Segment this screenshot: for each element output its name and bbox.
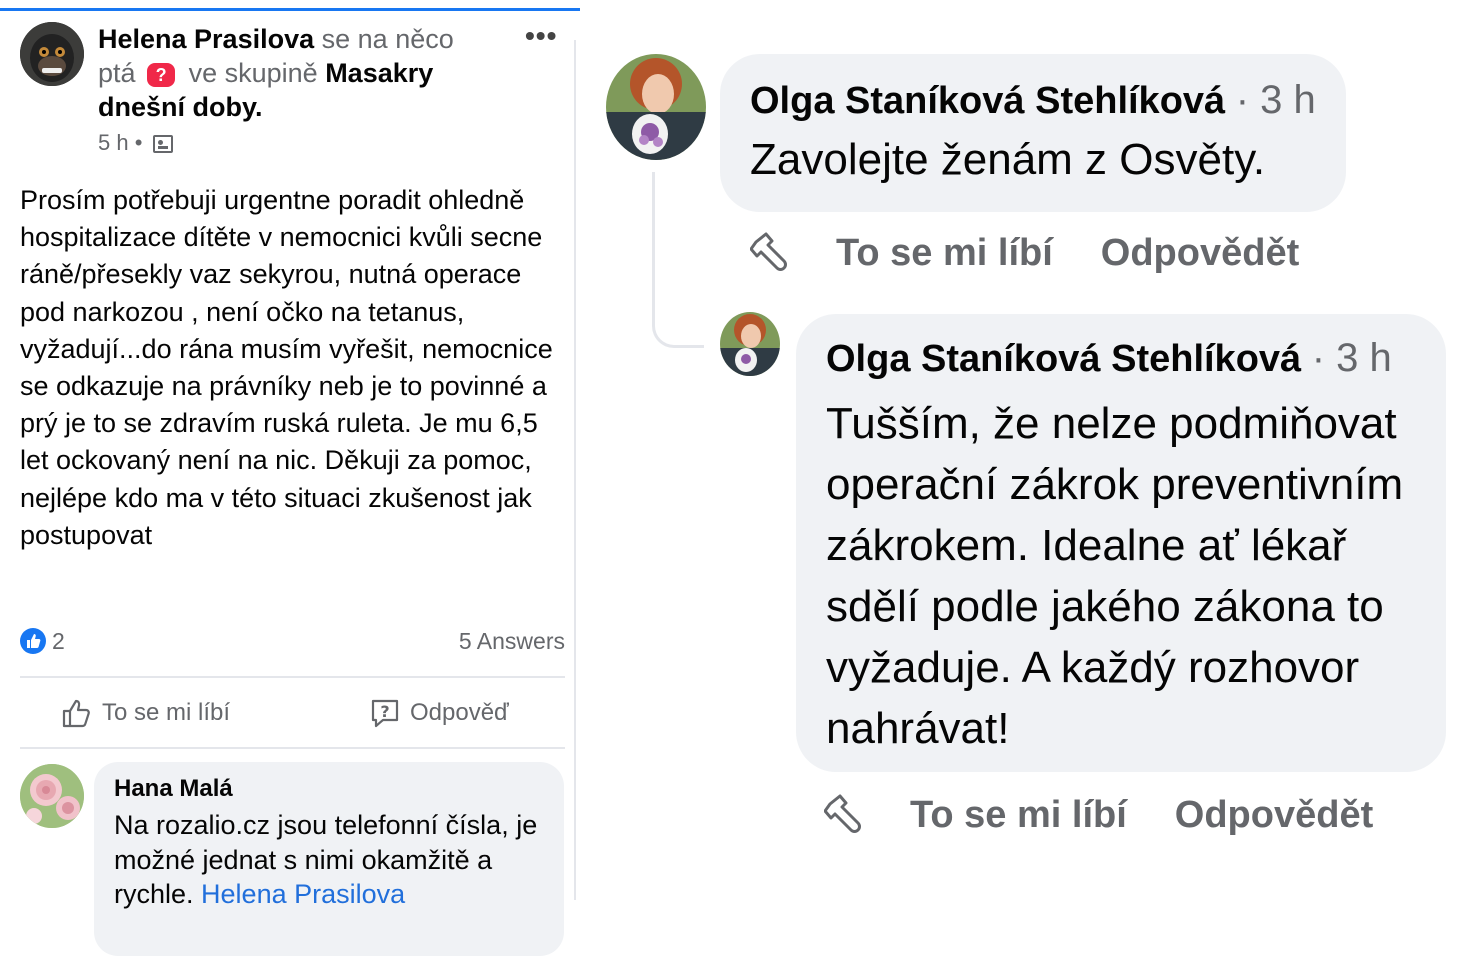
reply-thread-line	[652, 172, 704, 348]
group-name-link-2[interactable]: dnešní doby.	[98, 92, 263, 122]
post-verb-1: se na něco	[321, 24, 454, 54]
olga-comment-author-2[interactable]: Olga Staníková Stehlíková	[826, 338, 1301, 380]
olga-avatar-small[interactable]	[720, 312, 780, 376]
like-button-label: To se mi líbí	[102, 699, 231, 726]
post-header: Helena Prasilova se na něco ptá ? ve sku…	[20, 20, 570, 162]
reply-button-label: Odpověď	[410, 699, 509, 726]
more-icon[interactable]: •••	[525, 20, 557, 52]
hana-comment-bubble: Hana Malá Na rozalio.cz jsou telefonní č…	[94, 762, 564, 956]
post-author-avatar[interactable]	[20, 22, 84, 86]
like-reaction-icon[interactable]	[20, 628, 46, 654]
comment-hana: Hana Malá Na rozalio.cz jsou telefonní č…	[20, 762, 565, 958]
answers-count[interactable]: 5 Answers	[459, 628, 565, 655]
olga-avatar[interactable]	[606, 54, 706, 160]
divider-top	[20, 676, 565, 678]
mention-link[interactable]: Helena Prasilova	[201, 879, 405, 909]
olga-comment-time-2[interactable]: · 3 h	[1312, 336, 1392, 380]
reply-button[interactable]: ? Odpověď	[368, 696, 509, 730]
comment-thread: Olga Staníková Stehlíková · 3 h Zavolejt…	[580, 0, 1474, 960]
olga-comment-header-2: Olga Staníková Stehlíková · 3 h	[826, 332, 1416, 385]
card-border	[574, 40, 576, 900]
post-in-group: ve skupině	[188, 58, 318, 88]
like-button[interactable]: To se mi líbí	[60, 696, 230, 730]
thumbs-up-icon	[60, 696, 94, 730]
post-verb-2: ptá	[98, 58, 136, 88]
screenshot-collage: Helena Prasilova se na něco ptá ? ve sku…	[0, 0, 1474, 960]
post-header-text: Helena Prasilova se na něco ptá ? ve sku…	[98, 22, 498, 124]
post-body: Prosím potřebuji urgentne poradit ohledn…	[20, 185, 553, 550]
post-author-name[interactable]: Helena Prasilova	[98, 24, 314, 54]
olga-comment-actions-1: To se mi líbí Odpovědět	[749, 228, 1347, 278]
post-meta: 5 h •	[98, 130, 173, 156]
question-bubble-icon: ?	[368, 696, 402, 730]
olga-comment-bubble-2: Olga Staníková Stehlíková · 3 h Tušším, …	[796, 314, 1446, 772]
post-time[interactable]: 5 h	[98, 130, 129, 155]
olga-comment-actions-2: To se mi líbí Odpovědět	[823, 790, 1421, 840]
thumbs-up-outline-icon-2[interactable]	[823, 790, 868, 840]
olga-comment-header-1: Olga Staníková Stehlíková · 3 h	[750, 74, 1316, 127]
olga-comment-text-2: Tušším, že nelze podmiňovat operační zák…	[826, 399, 1404, 753]
olga-like-button-1[interactable]: To se mi líbí	[836, 232, 1053, 275]
hana-avatar[interactable]	[20, 764, 84, 828]
group-name-link[interactable]: Masakry	[325, 58, 433, 88]
hana-comment-text: Na rozalio.cz jsou telefonní čísla, je m…	[114, 808, 544, 912]
post-action-bar: To se mi líbí ? Odpověď	[20, 690, 565, 740]
thumbs-up-outline-icon[interactable]	[749, 228, 794, 278]
reactions-bar: 2 5 Answers	[20, 626, 565, 658]
divider-bottom	[20, 747, 565, 749]
svg-text:?: ?	[380, 702, 389, 721]
like-count[interactable]: 2	[52, 628, 65, 655]
group-icon	[152, 135, 173, 154]
olga-comment-time-1[interactable]: · 3 h	[1236, 78, 1316, 122]
meta-dot: •	[134, 130, 149, 155]
top-accent-line	[0, 8, 580, 11]
olga-comment-author-1[interactable]: Olga Staníková Stehlíková	[750, 80, 1225, 122]
olga-reply-button-2[interactable]: Odpovědět	[1175, 794, 1373, 837]
question-badge-icon: ?	[147, 62, 176, 87]
post-card: Helena Prasilova se na něco ptá ? ve sku…	[0, 0, 580, 960]
hana-comment-author[interactable]: Hana Malá	[114, 774, 544, 804]
olga-comment-text-1: Zavolejte ženám z Osvěty.	[750, 135, 1266, 184]
olga-comment-bubble-1: Olga Staníková Stehlíková · 3 h Zavolejt…	[720, 54, 1346, 212]
olga-like-button-2[interactable]: To se mi líbí	[910, 794, 1127, 837]
olga-reply-button-1[interactable]: Odpovědět	[1101, 232, 1299, 275]
